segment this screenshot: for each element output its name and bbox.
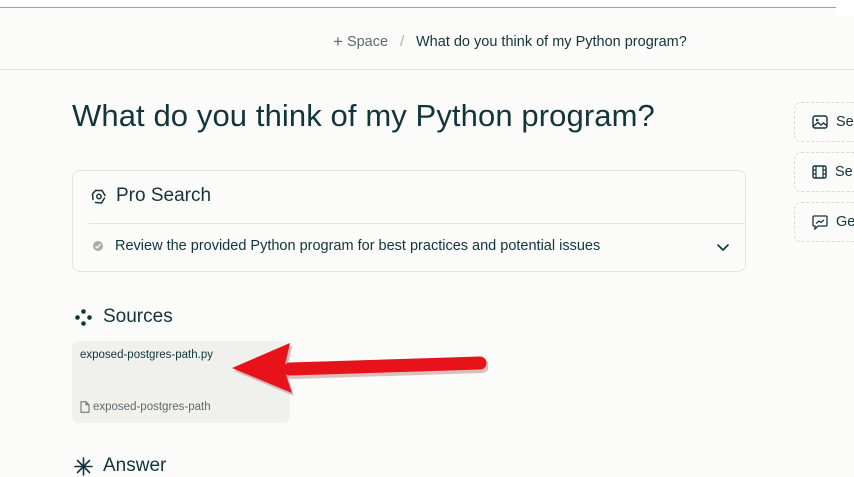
sources-title: Sources bbox=[103, 306, 173, 327]
sources-icon bbox=[75, 308, 92, 326]
source-domain: exposed-postgres-path bbox=[93, 401, 211, 413]
divider bbox=[89, 223, 745, 224]
pro-search-step-text: Review the provided Python program for b… bbox=[115, 238, 601, 254]
breadcrumb-separator: / bbox=[400, 33, 405, 50]
image-icon bbox=[812, 115, 828, 129]
sources-header: Sources bbox=[74, 306, 173, 328]
search-images-label: Se bbox=[836, 114, 854, 130]
search-images-button[interactable]: Se bbox=[794, 102, 854, 142]
breadcrumb-current: What do you think of my Python program? bbox=[416, 34, 687, 50]
pro-search-card: Pro Search Review the provided Python pr… bbox=[72, 170, 746, 272]
image-sparkle-icon bbox=[812, 214, 828, 230]
plus-icon: + bbox=[333, 32, 343, 51]
generate-image-button[interactable]: Ge bbox=[794, 202, 854, 242]
window-top-border bbox=[0, 7, 836, 8]
source-filename: exposed-postgres-path.py bbox=[80, 349, 213, 361]
space-label: Space bbox=[346, 34, 389, 50]
source-meta: exposed-postgres-path bbox=[80, 401, 211, 413]
pro-search-header: Pro Search bbox=[89, 185, 211, 207]
pro-search-title: Pro Search bbox=[116, 185, 212, 206]
file-icon bbox=[80, 401, 90, 413]
generate-image-label: Ge bbox=[836, 214, 854, 230]
film-icon bbox=[812, 165, 827, 179]
search-videos-label: Se bbox=[835, 164, 853, 180]
source-card[interactable]: exposed-postgres-path.py exposed-postgre… bbox=[72, 341, 290, 423]
pro-search-step: Review the provided Python program for b… bbox=[93, 238, 600, 254]
chevron-down-icon[interactable] bbox=[715, 239, 731, 255]
pro-search-icon bbox=[91, 189, 106, 204]
page-title: What do you think of my Python program? bbox=[72, 98, 655, 133]
search-videos-button[interactable]: Se bbox=[794, 152, 854, 192]
answer-header: Answer bbox=[74, 455, 166, 477]
answer-title: Answer bbox=[103, 455, 167, 476]
add-to-space-button[interactable]: + Space bbox=[333, 32, 389, 51]
check-icon bbox=[93, 241, 103, 251]
answer-icon bbox=[74, 456, 93, 476]
window-top-corner bbox=[836, 0, 854, 16]
